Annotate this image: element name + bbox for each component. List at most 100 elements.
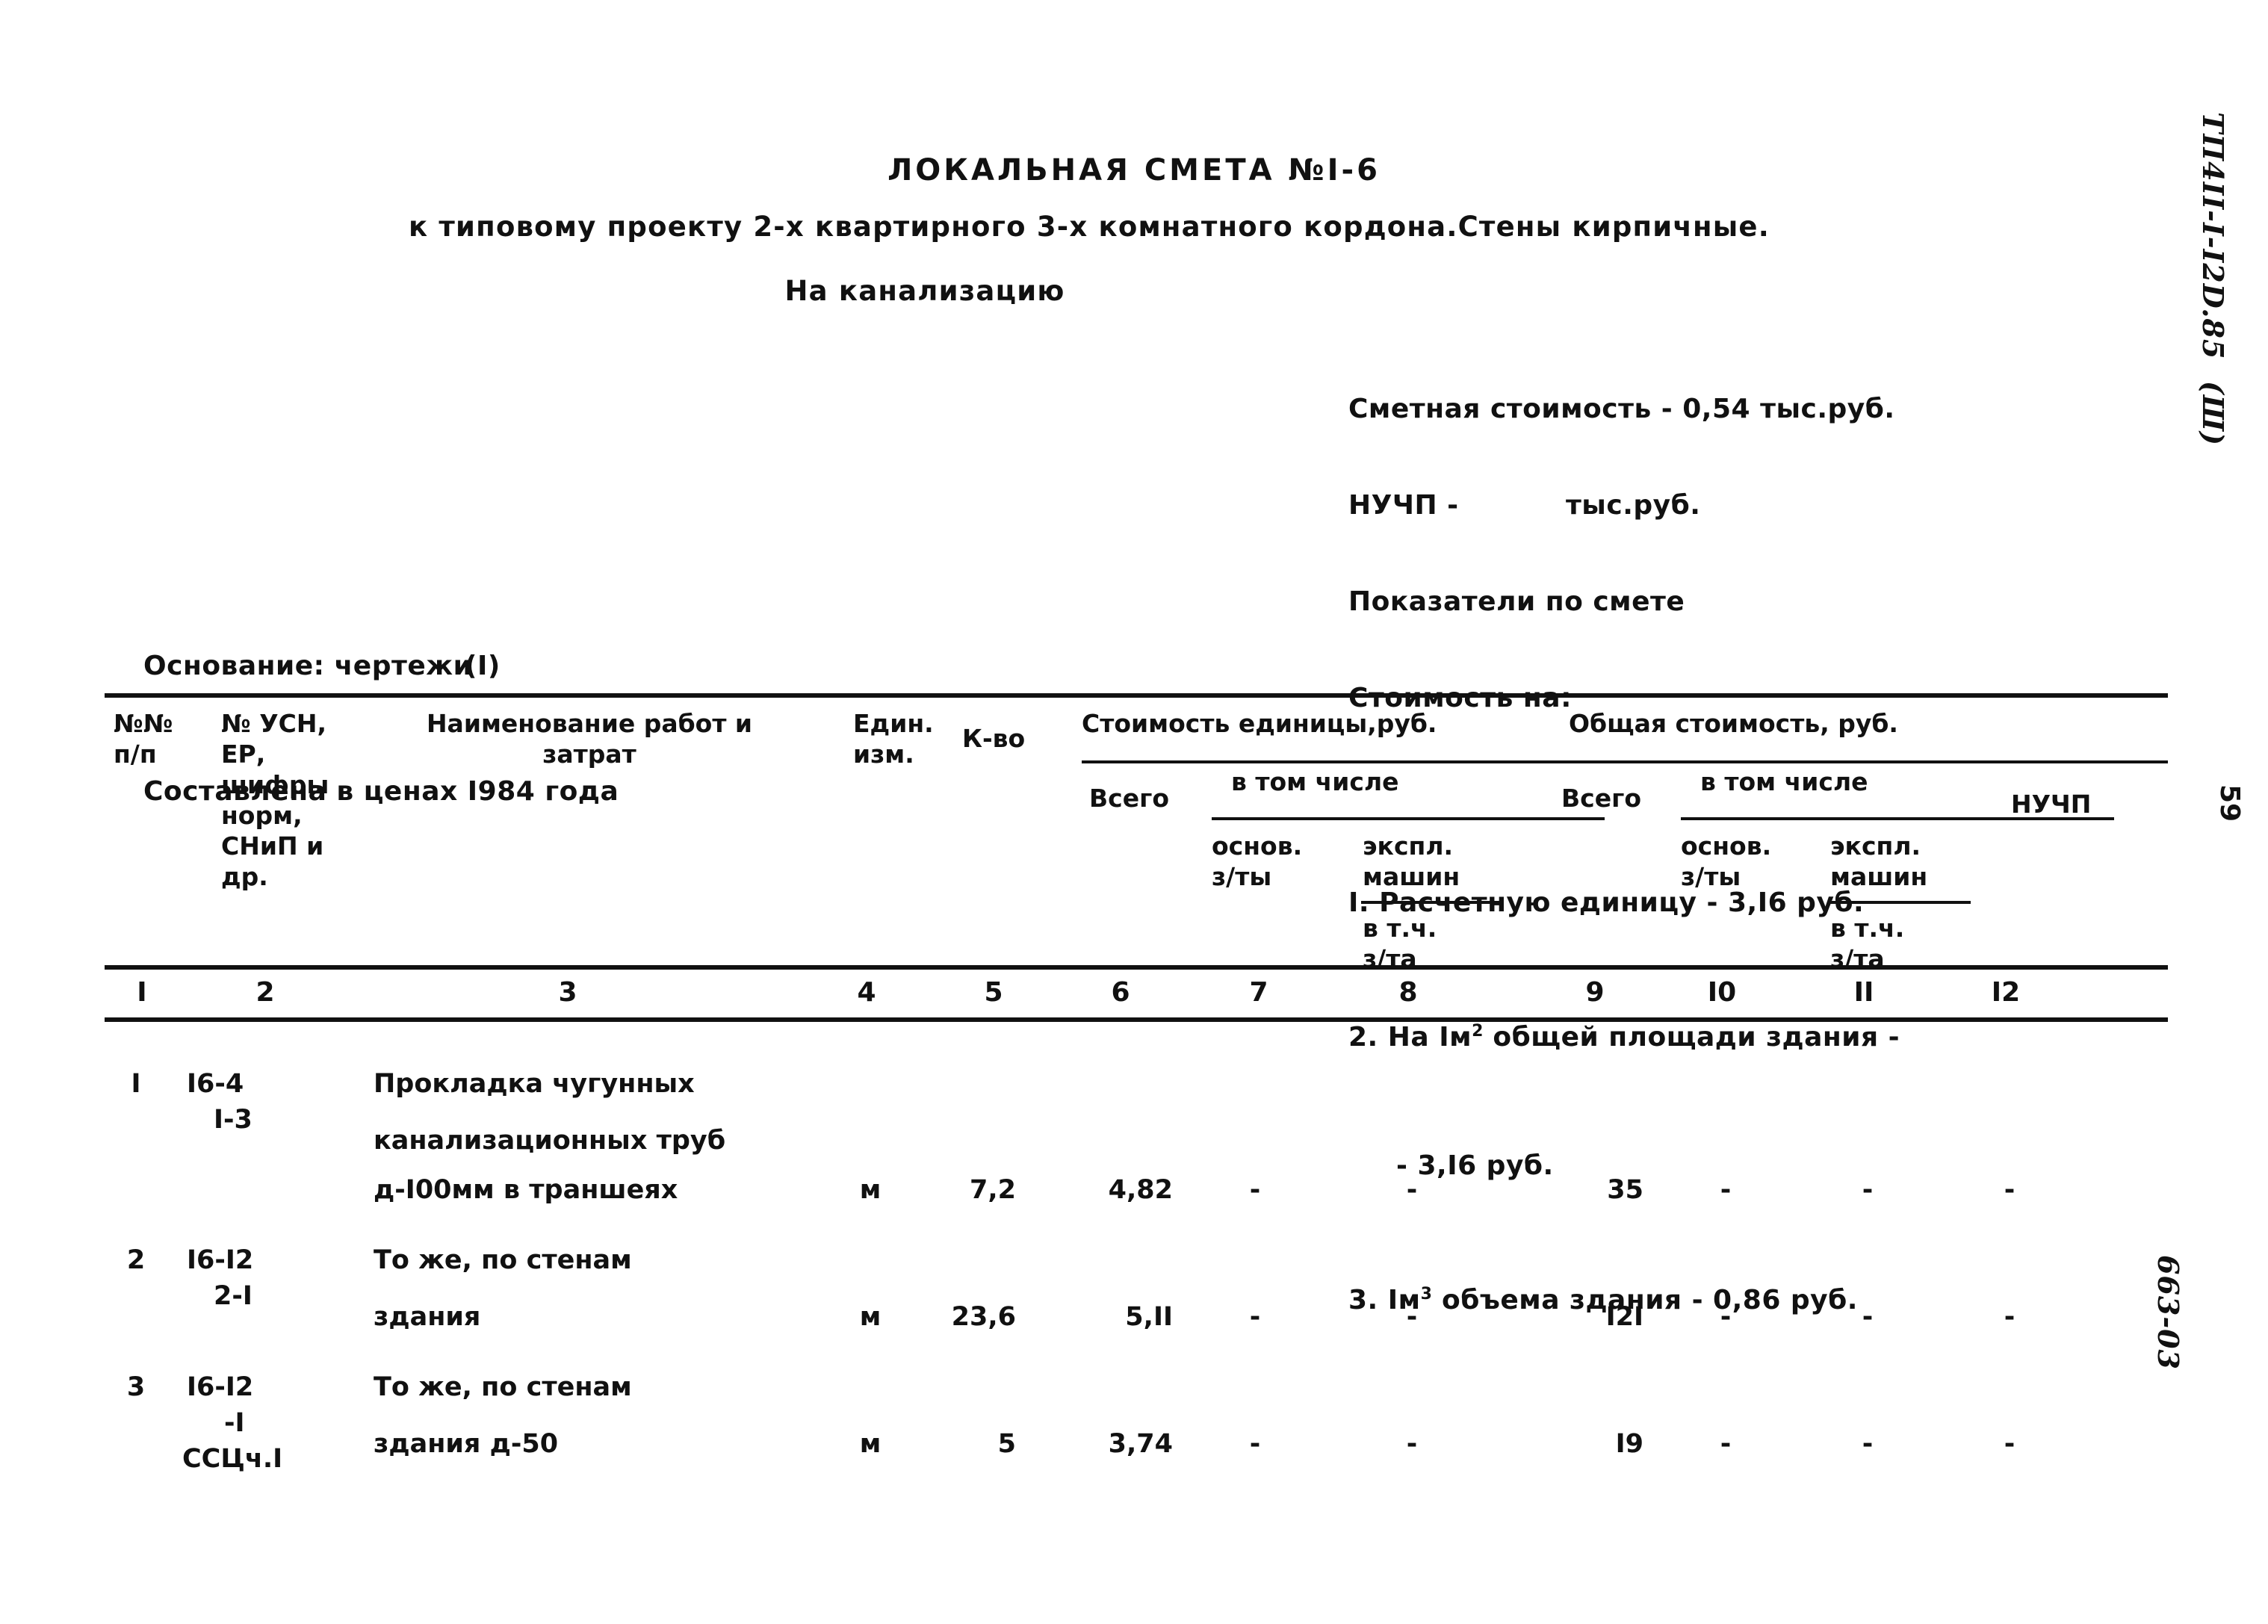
row-1-name-line-3: д-I00мм в траншеях [374,1175,678,1205]
column-number-2: 2 [255,977,275,1008]
column-number-3: 3 [558,977,577,1008]
header-col-4: Един. изм. [853,709,934,769]
header-col-3: Наименование работ и [426,709,753,738]
basis-drawings-label: Основание: чертежи [143,651,473,681]
document-page: ЛОКАЛЬНАЯ СМЕТА №I-6 к типовому проекту … [0,0,2268,1624]
summary-indicators-header: Показатели по смете [1348,586,1685,617]
header-total-total: Всего [1561,784,1642,813]
row-3-unit-osnov: - [1249,1429,1261,1459]
row-2-unit: м [859,1302,882,1332]
row-1-name-line-2: канализационных труб [374,1126,726,1156]
column-number-7: 7 [1249,977,1268,1008]
summary-item-2-text: На Iм [1387,1022,1472,1053]
table-colnum-bottom-rule [105,1017,2168,1022]
row-3-code-sub: -I [224,1408,245,1438]
row-2-total-ekspl: - [1862,1302,1874,1332]
summary-item-2-text-after: общей площади здания - [1483,1022,1900,1053]
header-total-vtom: в том числе [1700,767,1868,796]
basis-line-1: Основание: чертежи(I) [143,645,619,687]
column-number-10: I0 [1707,977,1737,1008]
header-nuchp: НУЧП [2011,790,2092,819]
column-number-12: I2 [1991,977,2021,1008]
row-2-unit-ekspl: - [1406,1302,1418,1332]
summary-item-2-num: 2. [1348,1022,1378,1053]
row-3-unit: м [859,1429,882,1459]
row-1-code-main: I6-4 [187,1069,244,1099]
table-row: 2 [126,1245,146,1275]
summary-nuchp: НУЧП - тыс.руб. [1348,490,1701,521]
summary-estimate-cost: Сметная стоимость - 0,54 тыс.руб. [1348,394,1895,424]
header-unit-total: Всего [1089,784,1170,813]
margin-project-code: ТП4II-I-I2D.85 (Ш) [2196,112,2230,447]
row-2-qty: 23,6 [951,1302,1016,1332]
row-3-total-ekspl: - [1862,1429,1874,1459]
row-1-nuchp: - [2004,1175,2016,1205]
header-col-1: №№ п/п [114,709,173,769]
row-3-qty: 5 [997,1429,1016,1459]
row-3-name-line-1: То же, по стенам [374,1372,632,1402]
header-unit-vtch: в т.ч. з/та [1363,914,1437,973]
row-1-unit-osnov: - [1249,1175,1261,1205]
row-2-nuchp: - [2004,1302,2016,1332]
row-1-total: 35 [1607,1175,1643,1205]
table-row: I [131,1069,141,1099]
row-2-name-line-2: здания [374,1302,481,1332]
column-number-6: 6 [1111,977,1130,1008]
summary-item-3-text-after: объема здания - 0,86 руб. [1431,1285,1858,1315]
total-cost-machines-rule [1829,901,1971,904]
row-3-code-main: I6-I2 [187,1372,254,1402]
header-col-2: № УСН, ЕР, шифры норм, СНиП и др. [221,709,329,891]
row-2-code-sub: 2-I [214,1281,252,1311]
header-unit-vtom: в том числе [1231,767,1399,796]
header-col-3-line2: затрат [542,740,636,769]
row-1-total-osnov: - [1720,1175,1732,1205]
row-2-code-main: I6-I2 [187,1245,254,1275]
row-2-total-osnov: - [1720,1302,1732,1332]
header-total-osnov: основ. з/ты [1681,831,1772,891]
unit-cost-group-rule [1082,760,1605,763]
row-1-unit-ekspl: - [1406,1175,1418,1205]
row-3-nuchp: - [2004,1429,2016,1459]
row-2-total: I2I [1605,1302,1643,1332]
row-3-unit-total: 3,74 [1108,1429,1173,1459]
column-number-11: II [1853,977,1874,1008]
row-2-unit-total: 5,II [1125,1302,1173,1332]
row-1-code-sub: I-3 [214,1105,252,1135]
table-top-rule [105,693,2168,698]
unit-cost-vtom-rule [1212,817,1605,820]
header-total-ekspl: экспл. машин [1830,831,1928,891]
column-number-4: 4 [857,977,876,1008]
row-3-code-sub-2: ССЦч.I [182,1444,283,1474]
column-number-1: I [137,977,147,1008]
row-3-name-line-2: здания д-50 [374,1429,559,1459]
column-number-8: 8 [1398,977,1418,1008]
basis-line-2: Составлена в ценах I984 года [143,776,619,807]
page-title: ЛОКАЛЬНАЯ СМЕТА №I-6 [887,153,1381,187]
row-1-qty: 7,2 [969,1175,1016,1205]
row-1-name-line-1: Прокладка чугунных [374,1069,695,1099]
row-1-unit: м [859,1175,882,1205]
unit-cost-machines-rule [1361,901,1503,904]
table-row: 3 [126,1372,146,1402]
document-subtitle: к типовому проекту 2-х квартирного 3-х к… [409,211,1770,243]
column-number-5: 5 [984,977,1003,1008]
header-col-5: К-во [962,724,1026,753]
row-3-total: I9 [1615,1429,1643,1459]
row-3-unit-ekspl: - [1406,1429,1418,1459]
page-number: 59 [2214,784,2245,822]
total-cost-group-rule [1561,760,2168,763]
summary-item-2-superscript: 2 [1472,1022,1484,1041]
row-1-unit-total: 4,82 [1108,1175,1173,1205]
header-group-unit-cost: Стоимость единицы,руб. [1082,709,1437,738]
header-group-total-cost: Общая стоимость, руб. [1569,709,1898,738]
column-number-9: 9 [1585,977,1605,1008]
document-subject: На канализацию [784,275,1065,307]
header-unit-osnov: основ. з/ты [1212,831,1303,891]
row-3-total-osnov: - [1720,1429,1732,1459]
total-cost-vtom-rule [1681,817,1995,820]
header-total-vtch: в т.ч. з/та [1830,914,1905,973]
margin-sheet-code: 663-03 [2151,1255,2185,1370]
row-1-total-ekspl: - [1862,1175,1874,1205]
row-2-name-line-1: То же, по стенам [374,1245,632,1275]
row-2-unit-osnov: - [1249,1302,1261,1332]
